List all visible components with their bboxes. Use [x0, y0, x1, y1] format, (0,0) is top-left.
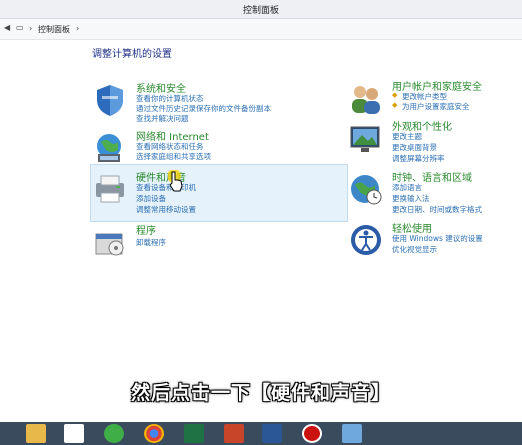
window-title: 控制面板: [242, 6, 279, 16]
page-heading: 调整计算机的设置: [92, 49, 172, 60]
tutorial-caption: 然后点击一下【硬件和声音】: [130, 382, 391, 404]
category-link[interactable]: 更改日期、时间或数字格式: [392, 204, 482, 215]
category-link[interactable]: 优化视觉显示: [392, 244, 437, 255]
programs-icon: [95, 233, 124, 256]
360-browser-icon[interactable]: [104, 424, 124, 443]
category-link[interactable]: 调整常用移动设置: [136, 204, 196, 215]
network-globe-icon: [97, 134, 121, 162]
personalization-icon: [350, 126, 380, 152]
monitor-icon: ▭: [16, 23, 24, 32]
category-link[interactable]: 选择家庭组和共享选项: [136, 151, 211, 162]
category-link[interactable]: 调整屏幕分辨率: [392, 153, 445, 164]
category-link[interactable]: 更换输入法: [392, 193, 430, 204]
category-title[interactable]: 程序: [136, 222, 156, 237]
category-link[interactable]: 查找并解决问题: [136, 113, 189, 124]
breadcrumb-chevron-icon[interactable]: ›: [76, 24, 79, 33]
back-arrow-icon[interactable]: ◀: [4, 23, 10, 32]
uac-shield-icon: ◆: [392, 91, 398, 99]
shield-icon: [97, 85, 123, 116]
category-link[interactable]: 更改桌面背景: [392, 142, 437, 153]
ease-of-access-icon: [351, 225, 381, 255]
hover-highlight: [90, 164, 348, 222]
windows-explorer-icon[interactable]: [26, 424, 46, 443]
printer-icon: [96, 175, 124, 203]
clock-globe-icon: [351, 175, 382, 205]
chrome-icon[interactable]: [144, 424, 164, 443]
hand-cursor-icon: [168, 170, 183, 192]
breadcrumb-control-panel[interactable]: 控制面板: [38, 24, 70, 35]
category-link[interactable]: 更改主题: [392, 131, 422, 142]
taskbar: [0, 422, 522, 445]
category-link[interactable]: 添加语言: [392, 182, 422, 193]
uac-shield-icon: ◆: [392, 101, 398, 109]
category-link[interactable]: 为用户设置家庭安全: [402, 101, 470, 112]
baidu-cloud-icon[interactable]: [64, 424, 84, 443]
address-bar: ◀ ▭ › 控制面板 ›: [0, 19, 522, 40]
screenshot-tool-icon[interactable]: [342, 424, 362, 443]
excel-icon[interactable]: [184, 424, 204, 443]
users-icon: [352, 86, 380, 114]
title-bar: 控制面板: [0, 0, 522, 19]
record-icon[interactable]: [302, 424, 322, 443]
breadcrumb-chevron-icon[interactable]: ›: [29, 24, 32, 33]
category-link[interactable]: 使用 Windows 建议的设置: [392, 233, 483, 244]
powerpoint-icon[interactable]: [224, 424, 244, 443]
category-link[interactable]: 添加设备: [136, 193, 166, 204]
category-link[interactable]: 卸载程序: [136, 237, 166, 248]
word-icon[interactable]: [262, 424, 282, 443]
